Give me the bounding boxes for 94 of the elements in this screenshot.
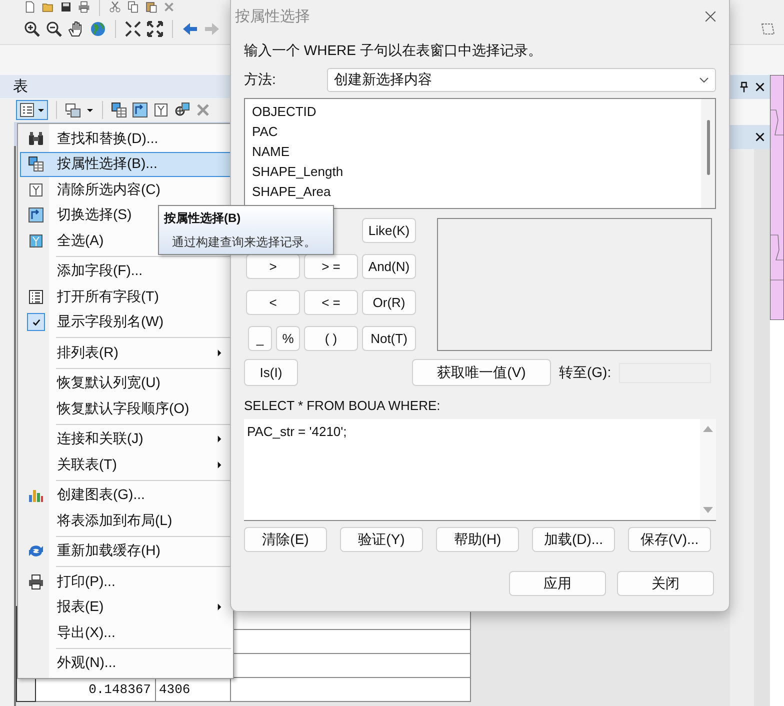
arrows-in-icon[interactable] [125,21,141,37]
menu-item[interactable]: 关联表(T) [20,452,231,478]
caret-icon [37,106,45,114]
row-header[interactable] [16,678,36,702]
operator-button[interactable]: Like(K) [362,218,416,243]
scissors-icon[interactable] [109,1,121,13]
operator-button[interactable]: Or(R) [362,290,416,315]
dialog-button[interactable]: 关闭 [617,571,714,596]
action-button[interactable]: 清除(E) [244,527,327,552]
menu-item[interactable]: 恢复默认字段顺序(O) [20,396,231,422]
clear-selection-icon[interactable] [153,102,169,118]
close-icon[interactable] [704,10,717,22]
hand-icon[interactable] [68,21,84,37]
list-item[interactable]: PAC [252,122,694,142]
instruction-text: 输入一个 WHERE 子句以在表窗口中选择记录。 [244,42,543,60]
list-item[interactable]: SHAPE_Area [252,182,694,202]
close-icon[interactable] [754,131,766,143]
dialog-button[interactable]: 应用 [509,571,606,596]
menu-item[interactable]: 显示字段别名(W) [20,310,231,335]
operator-button[interactable]: % [276,326,300,351]
copy-icon[interactable] [127,1,139,13]
menu-item[interactable]: 连接和关联(J) [20,426,231,452]
switch-selection-icon [28,207,44,224]
menu-item[interactable]: 外观(N)... [20,650,231,676]
caret-icon[interactable] [86,106,94,114]
chevron-down-icon [699,77,709,83]
bar-chart-icon [28,487,44,504]
menu-item[interactable]: 报表(E) [20,594,231,620]
polygon-icon[interactable] [760,21,776,37]
zoom-to-selection-icon[interactable] [174,102,190,118]
related-tables-icon[interactable] [65,102,81,118]
printer-icon [28,574,44,590]
panel-title: 表 [13,77,28,96]
menu-item[interactable]: 排列表(R) [20,340,231,366]
zoom-in-icon[interactable] [24,21,40,37]
binoculars-icon [28,130,44,147]
dialog-title: 按属性选择 [235,6,310,26]
operator-button[interactable]: And(N) [362,254,416,279]
unique-values-button[interactable]: 获取唯一值(V) [412,359,551,386]
method-dropdown[interactable]: 创建新选择内容 [327,68,716,92]
operator-button[interactable]: _ [248,326,272,351]
menu-item[interactable]: 清除所选内容(C) [20,177,231,202]
table-cell: 4306 [156,678,231,702]
close-icon[interactable] [754,81,766,93]
operator-button[interactable]: > [246,254,300,279]
tooltip-title: 按属性选择(B) [164,210,242,227]
operator-button[interactable]: Not(T) [362,326,416,351]
select-by-attributes-icon[interactable] [111,102,127,118]
menu-item[interactable]: 导出(X)... [20,620,231,646]
refresh-icon [28,543,44,560]
action-button[interactable]: 帮助(H) [436,527,519,552]
scrollbar-thumb[interactable] [706,120,710,175]
sql-prefix: SELECT * FROM BOUA WHERE: [244,398,442,413]
select-all-icon [28,232,44,249]
tooltip-text: 通过构建查询来选择记录。 [172,234,317,251]
menu-item[interactable]: 查找和替换(D)... [20,126,231,152]
is-button[interactable]: Is(I) [244,359,298,386]
list-item[interactable]: NAME [252,142,694,162]
list-item[interactable]: SHAPE_Length [252,162,694,182]
table-cell: 0.148367 [36,678,156,702]
menu-item[interactable]: 将表添加到布局(L) [20,508,231,534]
folder-icon[interactable] [42,1,54,13]
method-label: 方法: [244,71,277,89]
paste-icon[interactable] [145,1,157,13]
table-options-button[interactable] [16,100,48,120]
menu-item[interactable]: 打印(P)... [20,569,231,594]
printer-icon[interactable] [78,1,90,13]
operator-button[interactable]: > = [304,254,358,279]
menu-item[interactable]: 恢复默认列宽(U) [20,370,231,396]
action-button[interactable]: 验证(Y) [340,527,423,552]
document-icon[interactable] [24,1,36,13]
menu-item[interactable]: 打开所有字段(T) [20,284,231,310]
zoom-out-icon[interactable] [46,21,62,37]
clear-selection-icon [28,182,44,198]
select-by-attributes-icon [28,156,44,172]
pin-icon[interactable] [738,81,750,93]
menu-item[interactable]: 重新加载缓存(H) [20,538,231,564]
action-button[interactable]: 保存(V)... [628,527,711,552]
arrows-out-icon[interactable] [147,21,163,37]
operator-button[interactable]: ( ) [304,326,358,351]
menu-item[interactable]: 按属性选择(B)... [20,152,231,177]
globe-icon[interactable] [90,21,106,37]
list-icon [28,288,44,305]
expression-field[interactable]: PAC_str = '4210'; [244,419,700,521]
operator-button[interactable]: < = [304,290,358,315]
menu-item[interactable]: 创建图表(G)... [20,482,231,508]
menu-item[interactable]: 添加字段(F)... [20,258,231,284]
goto-label: 转至(G): [559,364,612,382]
table-options-icon [19,102,35,118]
list-item[interactable]: OBJECTID [252,102,694,122]
back-arrow-icon[interactable] [182,21,198,37]
operator-button[interactable]: < [246,290,300,315]
action-button[interactable]: 加载(D)... [532,527,615,552]
switch-selection-icon[interactable] [132,102,148,118]
